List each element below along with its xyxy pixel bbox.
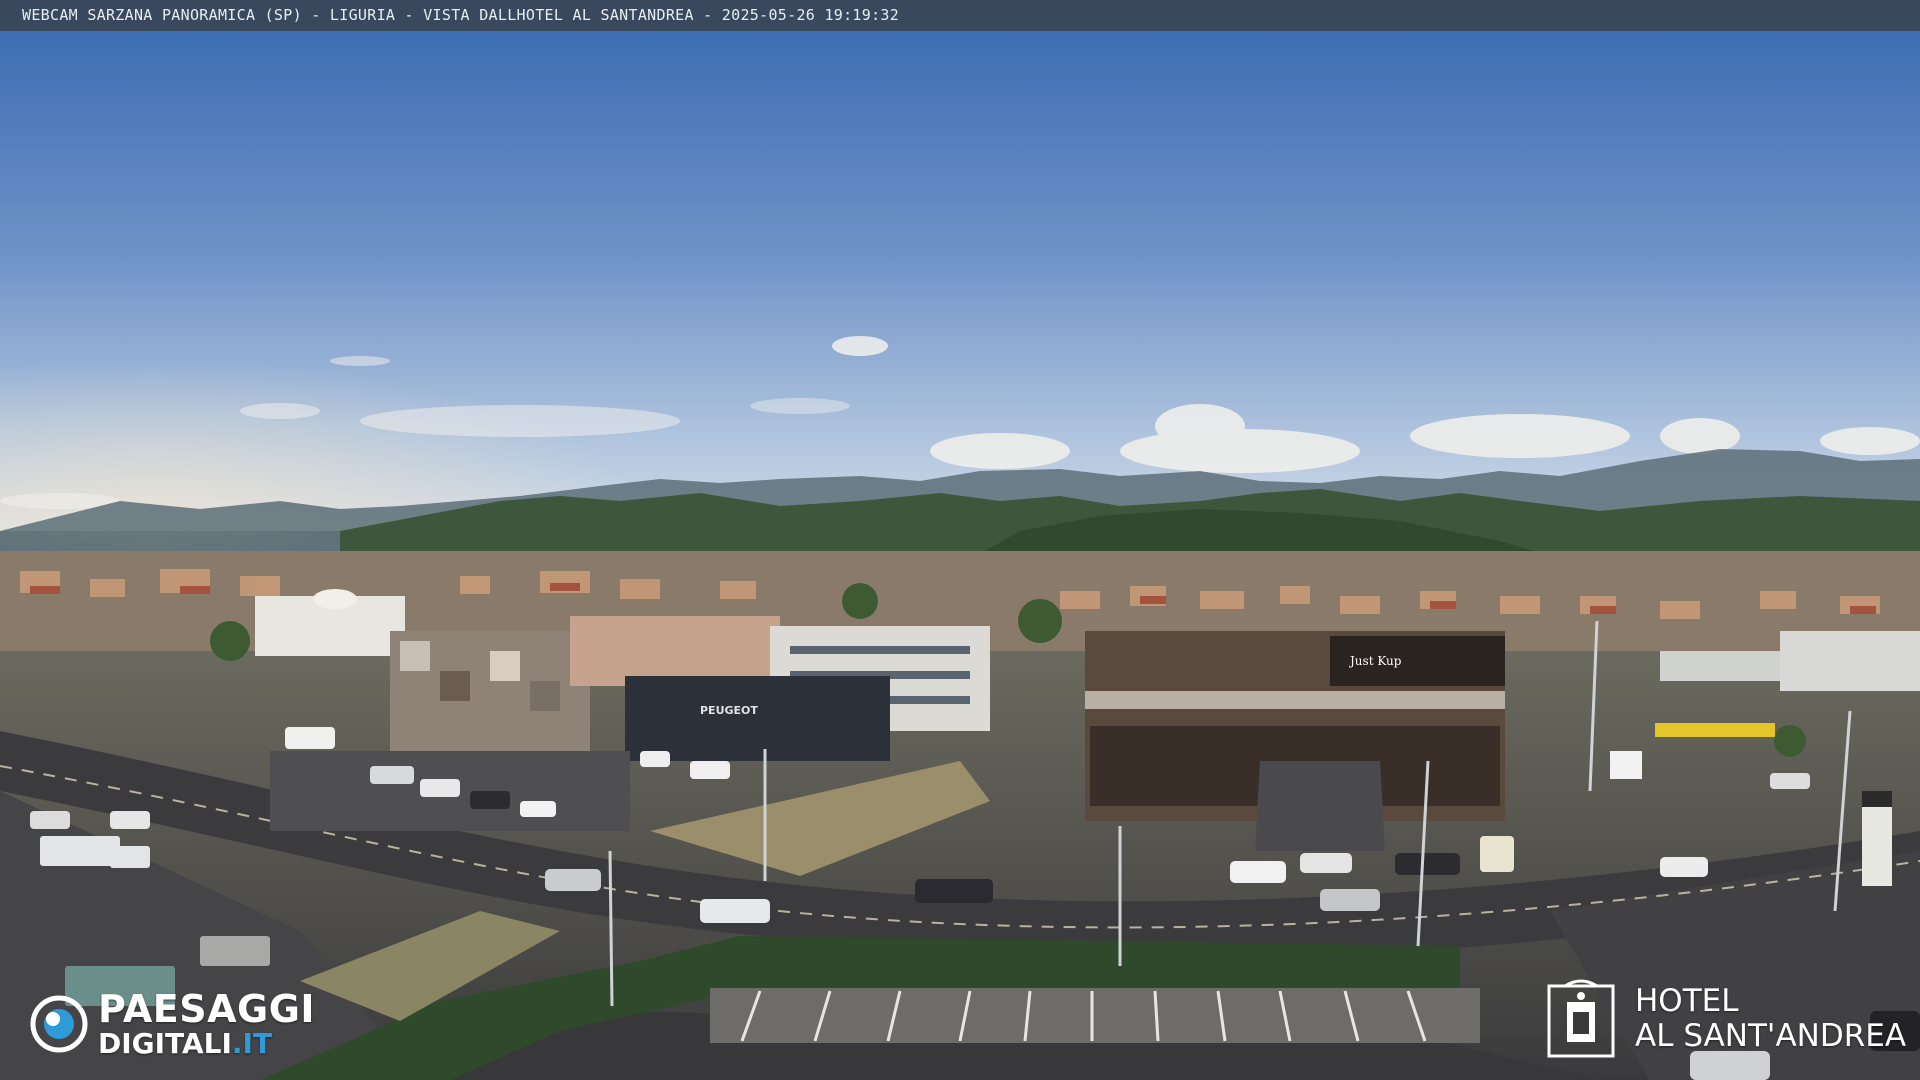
caption-bar: WEBCAM SARZANA PANORAMICA (SP) - LIGURIA…: [0, 0, 1920, 31]
restaurant-stairs: [1255, 761, 1385, 851]
brand-line2: DIGITALI: [98, 1027, 232, 1060]
brand-line1: PAESAGGI: [98, 987, 316, 1031]
brand-tld: .IT: [231, 1027, 273, 1060]
webcam-scene: PEUGEOT Just Kup: [0, 31, 1920, 1080]
hotel-line2: AL SANT'ANDREA: [1635, 1018, 1907, 1054]
hotel-watermark: HOTEL AL SANT'ANDREA: [1545, 978, 1906, 1060]
building-pixelated: [390, 631, 590, 751]
yellow-sign: [1655, 723, 1775, 737]
caption-text: WEBCAM SARZANA PANORAMICA (SP) - LIGURIA…: [22, 6, 900, 24]
billboard-right: [1610, 751, 1642, 779]
restaurant-logo: Just Kup: [1348, 654, 1402, 668]
paesaggi-digitali-watermark: PAESAGGI DIGITALI.IT: [30, 990, 315, 1058]
peugeot-building: [625, 676, 890, 761]
building-right-white: [1780, 631, 1920, 691]
peugeot-sign: PEUGEOT: [700, 704, 758, 717]
building-office-brick: [570, 616, 780, 686]
hotel-crest-icon: [1547, 979, 1615, 1058]
greenhouses: [1660, 651, 1780, 681]
hotel-line1: HOTEL: [1635, 983, 1739, 1019]
parking-foreground: [710, 988, 1480, 1043]
webcam-frame: WEBCAM SARZANA PANORAMICA (SP) - LIGURIA…: [0, 0, 1920, 1080]
eye-logo-icon: [30, 995, 88, 1053]
